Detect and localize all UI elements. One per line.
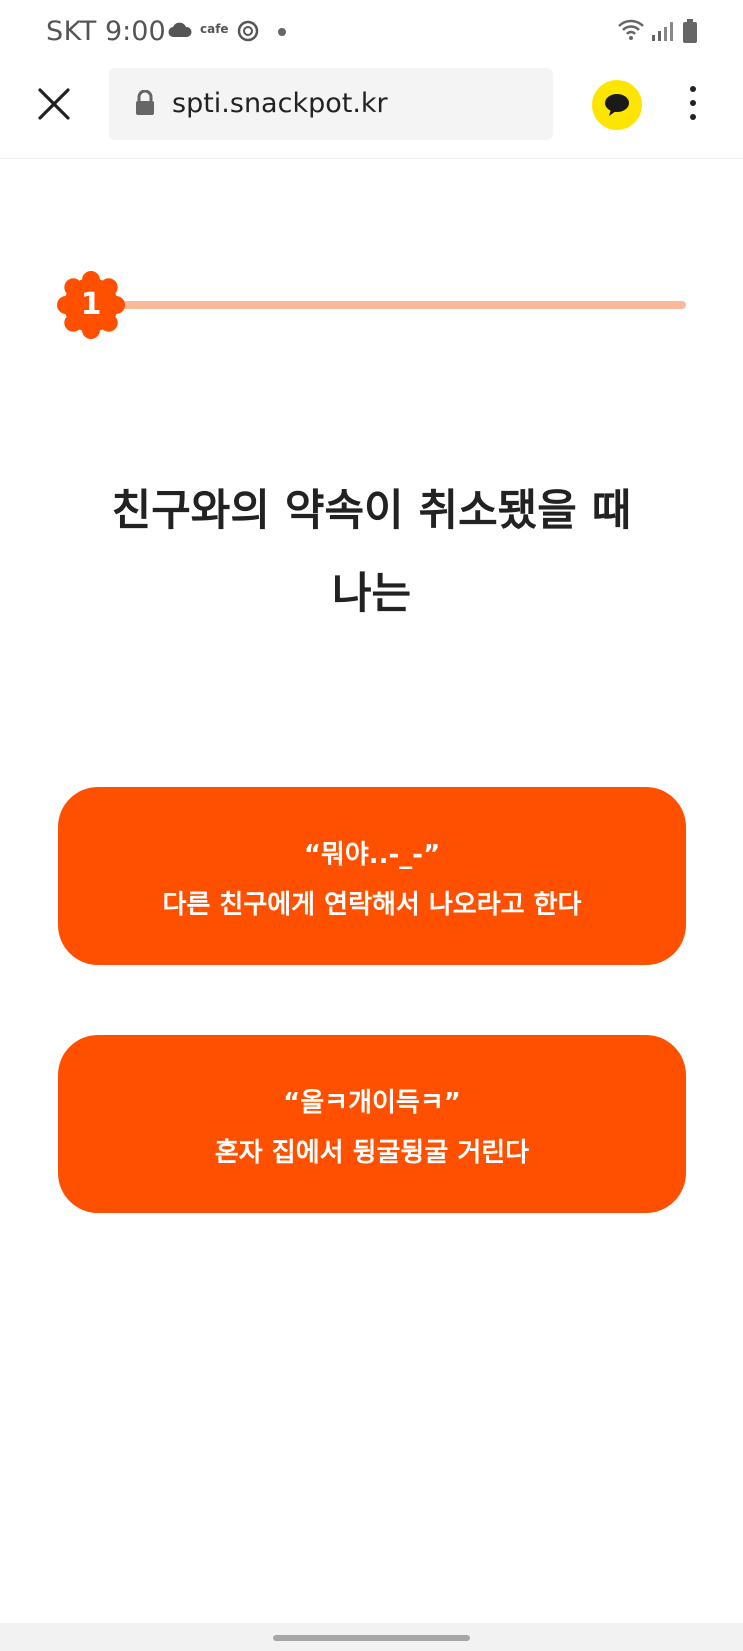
answer-option-1[interactable]: “뭐야..-_-” 다른 친구에게 연락해서 나오라고 한다	[58, 787, 686, 965]
answer-description: 다른 친구에게 연락해서 나오라고 한다	[162, 890, 582, 920]
carrier-label: SKT	[46, 16, 97, 47]
close-icon	[38, 88, 70, 120]
cafe-icon: cafe	[200, 22, 229, 36]
progress-track	[92, 301, 686, 309]
home-gesture-pill[interactable]	[273, 1635, 470, 1641]
answer-quote: “뭐야..-_-”	[303, 840, 441, 870]
wifi-icon	[617, 19, 645, 45]
lock-icon	[135, 89, 155, 120]
ball-icon	[236, 19, 260, 47]
dot-icon	[278, 28, 286, 36]
screen: SKT 9:00 cafe spti.snackpot.kr 1 친구와의 약속…	[0, 0, 743, 1651]
clock: 9:00	[105, 16, 166, 47]
question-line-1: 친구와의 약속이 취소됐을 때	[111, 486, 632, 536]
progress-step-number: 1	[80, 287, 102, 322]
question-title: 친구와의 약속이 취소됐을 때 나는	[40, 470, 703, 636]
more-menu-button[interactable]	[684, 86, 702, 126]
system-nav-bar	[0, 1623, 743, 1651]
close-button[interactable]	[34, 84, 74, 124]
answer-description: 혼자 집에서 뒹굴뒹굴 거린다	[214, 1138, 530, 1168]
question-line-2: 나는	[331, 569, 412, 619]
more-vert-icon	[690, 86, 696, 92]
progress-step-badge: 1	[56, 270, 126, 340]
answer-option-2[interactable]: “올ㅋ개이득ㅋ” 혼자 집에서 뒹굴뒹굴 거린다	[58, 1035, 686, 1213]
kakaotalk-button[interactable]	[592, 80, 642, 130]
cloud-icon	[168, 22, 192, 42]
status-bar: SKT 9:00 cafe	[0, 0, 743, 64]
browser-toolbar: spti.snackpot.kr	[0, 64, 743, 159]
url-text: spti.snackpot.kr	[172, 88, 388, 119]
answer-quote: “올ㅋ개이득ㅋ”	[283, 1088, 461, 1118]
battery-icon	[683, 19, 697, 43]
kakaotalk-icon	[605, 94, 629, 116]
signal-icon	[651, 21, 673, 45]
url-bar[interactable]: spti.snackpot.kr	[109, 68, 553, 140]
